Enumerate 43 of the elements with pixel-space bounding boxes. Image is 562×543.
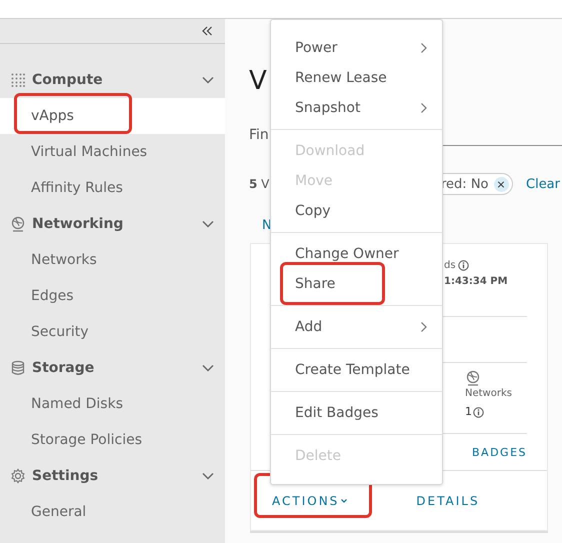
menu-item[interactable]: Share bbox=[295, 276, 336, 292]
nav-item[interactable]: Storage Policies bbox=[0, 422, 225, 458]
menu-item[interactable]: Snapshot bbox=[295, 100, 360, 116]
details-button[interactable]: DETAILS bbox=[416, 494, 480, 508]
menu-item[interactable]: Renew Lease bbox=[295, 70, 387, 86]
nav-item[interactable]: Security bbox=[0, 314, 225, 350]
info-icon bbox=[473, 407, 484, 418]
collapse-icon[interactable] bbox=[201, 25, 213, 37]
menu-item[interactable]: Change Owner bbox=[295, 246, 399, 262]
info-icon bbox=[458, 260, 469, 270]
nav-item[interactable]: Named Disks bbox=[0, 386, 225, 422]
remove-filter-button[interactable]: × bbox=[494, 176, 508, 192]
globe-icon bbox=[10, 216, 26, 232]
caret-icon bbox=[340, 496, 348, 504]
nav-item[interactable]: Edges bbox=[0, 278, 225, 314]
globe-icon bbox=[465, 370, 481, 386]
lease-time: 1:43:34 PM bbox=[444, 276, 508, 286]
database-icon bbox=[10, 360, 26, 376]
nav-group-label[interactable]: Networking bbox=[32, 216, 195, 232]
networks-count: 1 bbox=[465, 405, 472, 418]
actions-button[interactable]: ACTIONS bbox=[272, 494, 348, 508]
nav-item[interactable]: General bbox=[0, 494, 225, 530]
nav-item[interactable]: Networks bbox=[0, 242, 225, 278]
result-count: 5 V bbox=[249, 177, 270, 191]
networks-label: Networks bbox=[465, 388, 512, 399]
menu-item[interactable]: Add bbox=[295, 319, 322, 335]
nav-item[interactable]: Affinity Rules bbox=[0, 170, 225, 206]
gear-icon bbox=[10, 468, 26, 484]
clear-link[interactable]: Clear bbox=[526, 176, 560, 192]
nav-group-label[interactable]: Settings bbox=[32, 468, 195, 484]
menu-item[interactable]: Edit Badges bbox=[295, 405, 378, 421]
menu-item[interactable]: Create Template bbox=[295, 362, 410, 378]
nav-item[interactable]: vApps bbox=[0, 98, 225, 134]
grid-icon bbox=[10, 73, 26, 87]
menu-item[interactable]: Copy bbox=[295, 203, 331, 219]
find-label: Fin bbox=[249, 127, 269, 143]
field-label: ds bbox=[444, 260, 456, 270]
nav-group-label[interactable]: Compute bbox=[32, 72, 195, 88]
page-title: V bbox=[249, 67, 267, 95]
menu-item[interactable]: Power bbox=[295, 40, 338, 56]
badges-link[interactable]: BADGES bbox=[472, 446, 527, 458]
nav-group-label[interactable]: Storage bbox=[32, 360, 195, 376]
nav-item[interactable]: Virtual Machines bbox=[0, 134, 225, 170]
